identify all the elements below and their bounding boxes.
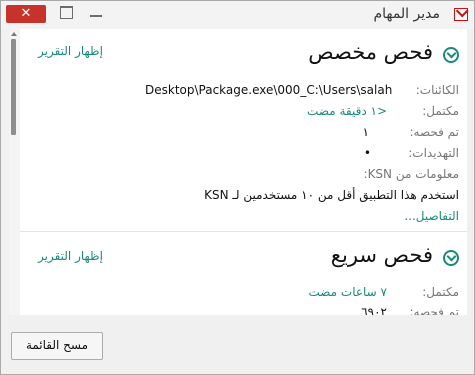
close-icon: ✕ xyxy=(20,6,32,21)
maximize-button[interactable] xyxy=(60,6,73,19)
scanned-value: ٦٩٠٢ xyxy=(361,305,387,315)
scanned-label: تم فحصه: xyxy=(409,125,459,139)
show-report-link[interactable]: إظهار التقرير xyxy=(38,44,103,58)
threats-label: التهديدات: xyxy=(408,146,459,160)
vertical-scrollbar[interactable] xyxy=(9,29,20,315)
details-link[interactable]: التفاصيل... xyxy=(404,209,459,223)
title-bar: ✕ مدير المهام xyxy=(1,1,474,29)
scanned-value: ١ xyxy=(362,125,369,139)
clear-list-button[interactable]: مسح القائمة xyxy=(11,332,103,360)
close-button[interactable]: ✕ xyxy=(6,5,46,23)
completed-label: مكتمل: xyxy=(422,285,459,299)
task-manager-window: ✕ مدير المهام فحص مخصص إظهار التقرير الك… xyxy=(0,0,475,375)
completed-value: <١ دقيقة مضت xyxy=(307,104,387,118)
ksn-value: استخدم هذا التطبيق أقل من ١٠ مستخدمين لـ… xyxy=(204,188,459,202)
objects-value: Desktop\Package.exe\000_C:\Users\salah xyxy=(145,83,393,97)
kaspersky-app-icon xyxy=(454,8,468,21)
scroll-up-arrow-icon[interactable] xyxy=(11,32,17,36)
threats-value: • xyxy=(363,146,371,160)
completed-value: ٧ ساعات مضت xyxy=(308,285,387,299)
scanned-label: تم فحصه: xyxy=(409,305,459,315)
show-report-link[interactable]: إظهار التقرير xyxy=(38,249,103,263)
minimize-button[interactable] xyxy=(90,15,102,17)
ksn-label: معلومات من KSN: xyxy=(363,167,459,181)
expand-chevron-icon[interactable] xyxy=(443,250,459,266)
task-divider xyxy=(20,231,467,232)
window-title: مدير المهام xyxy=(373,6,440,22)
scroll-thumb[interactable] xyxy=(11,39,16,135)
footer-bar: مسح القائمة xyxy=(1,315,474,374)
task-list: فحص مخصص إظهار التقرير الكائنات: Desktop… xyxy=(9,29,467,315)
task-title: فحص سريع xyxy=(330,243,433,267)
completed-label: مكتمل: xyxy=(422,104,459,118)
objects-label: الكائنات: xyxy=(415,83,459,97)
task-title: فحص مخصص xyxy=(308,40,433,64)
expand-chevron-icon[interactable] xyxy=(443,47,459,63)
